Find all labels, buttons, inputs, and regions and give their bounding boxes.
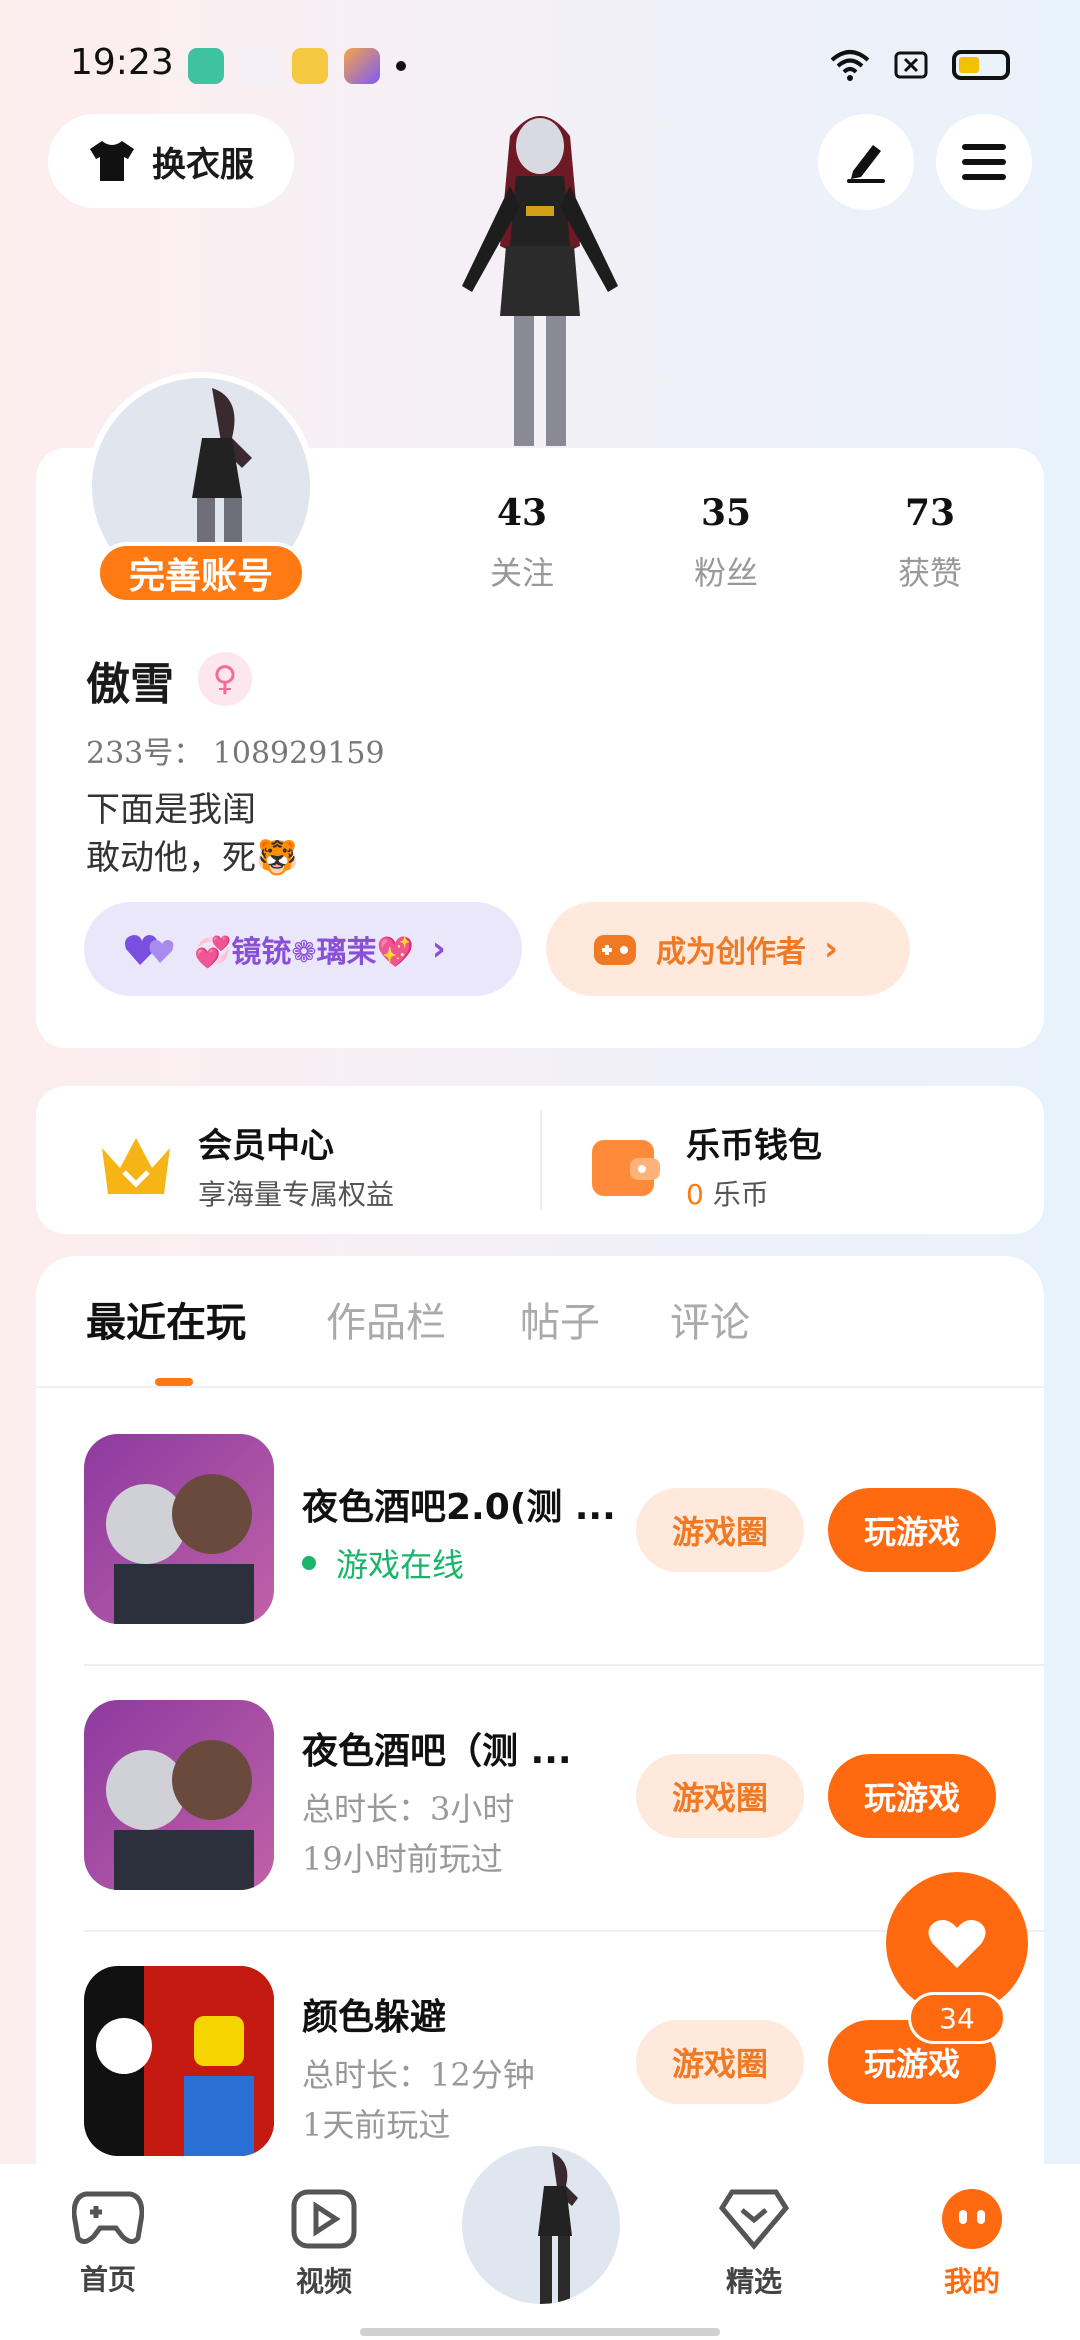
battery-icon xyxy=(952,50,1010,80)
game-info: 夜色酒吧2.0(测 ... 游戏在线 xyxy=(302,1478,622,1586)
complete-account-badge[interactable]: 完善账号 xyxy=(96,542,306,604)
menu-button[interactable] xyxy=(936,114,1032,210)
play-game-button[interactable]: 玩游戏 xyxy=(828,1754,996,1838)
double-heart-icon xyxy=(125,935,174,965)
member-center-title: 会员中心 xyxy=(198,1126,334,1166)
likes-stat[interactable]: 73 获赞 xyxy=(850,492,1010,594)
game-title: 夜色酒吧2.0(测 ... xyxy=(302,1487,616,1528)
wallet-unit: 乐币 xyxy=(712,1178,769,1211)
game-cover-art-icon xyxy=(96,1966,274,2156)
edit-profile-button[interactable] xyxy=(818,114,914,210)
likes-count: 73 xyxy=(904,492,956,534)
divider xyxy=(540,1110,542,1210)
game-thumbnail[interactable] xyxy=(84,1434,274,1624)
followers-label: 粉丝 xyxy=(693,554,758,592)
game-circle-button[interactable]: 游戏圈 xyxy=(636,1488,804,1572)
user-id: 233号： 108929159 xyxy=(86,736,385,771)
bio: 下面是我闺 敢动他，死🐯 xyxy=(86,786,298,882)
female-gender-icon: ♀ xyxy=(198,652,252,706)
game-info: 夜色酒吧（测 ... 总时长：3小时 19小时前玩过 xyxy=(302,1722,622,1880)
like-count-badge: 34 xyxy=(908,1992,1006,2044)
wallet-title: 乐币钱包 xyxy=(686,1126,822,1166)
status-right-icons xyxy=(830,48,1010,82)
gamepad-icon xyxy=(594,935,636,965)
crown-icon xyxy=(102,1137,170,1194)
game-circle-button[interactable]: 游戏圈 xyxy=(636,2020,804,2104)
nav-avatar-button[interactable] xyxy=(456,2140,626,2310)
bio-line-2: 敢动他，死🐯 xyxy=(86,838,299,878)
tab-divider xyxy=(36,1386,1044,1388)
tab-comments[interactable]: 评论 xyxy=(670,1290,750,1348)
following-count: 43 xyxy=(496,492,548,534)
chevron-right-icon: › xyxy=(824,929,839,969)
change-outfit-button[interactable]: 换衣服 xyxy=(48,114,294,208)
nav-item-home[interactable]: 首页 xyxy=(38,2188,178,2298)
nav-label-video: 视频 xyxy=(295,2265,352,2298)
game-online-status: 游戏在线 xyxy=(302,1540,622,1586)
no-sim-icon xyxy=(894,51,928,79)
relationship-badge-button[interactable]: 💞镜铳❁璃茉💖 › xyxy=(84,902,522,996)
wifi-icon xyxy=(830,50,870,81)
pencil-icon xyxy=(847,145,885,183)
chevron-right-icon: › xyxy=(431,929,446,969)
wallet-icon xyxy=(592,1139,660,1196)
more-notifications-icon xyxy=(396,61,406,71)
nav-label-home: 首页 xyxy=(79,2263,136,2296)
username: 傲雪 xyxy=(86,659,174,710)
hamburger-icon xyxy=(962,144,1006,180)
nav-label-me: 我的 xyxy=(943,2265,1000,2298)
play-video-icon xyxy=(291,2189,357,2249)
tab-posts[interactable]: 帖子 xyxy=(520,1290,600,1348)
game-circle-button[interactable]: 游戏圈 xyxy=(636,1754,804,1838)
play-game-button[interactable]: 玩游戏 xyxy=(828,1488,996,1572)
tab-active-indicator xyxy=(155,1378,193,1386)
following-stat[interactable]: 43 关注 xyxy=(442,492,602,594)
nav-item-me[interactable]: 我的 xyxy=(902,2188,1042,2300)
member-center-subtitle: 享海量专属权益 xyxy=(198,1178,395,1211)
featured-diamond-icon xyxy=(718,2189,790,2250)
heart-icon xyxy=(928,1920,986,1968)
member-center-item[interactable]: 会员中心 享海量专属权益 xyxy=(96,1118,394,1213)
become-creator-label: 成为创作者 xyxy=(656,935,806,970)
tab-recently-played[interactable]: 最近在玩 xyxy=(86,1290,246,1348)
status-app-icons xyxy=(188,48,406,84)
home-indicator[interactable] xyxy=(360,2328,720,2336)
followers-count: 35 xyxy=(700,492,752,534)
nav-label-featured: 精选 xyxy=(725,2265,782,2298)
bio-line-1: 下面是我闺 xyxy=(86,790,256,830)
game-duration: 总时长：12分钟 xyxy=(302,2056,535,2094)
note-notification-icon xyxy=(292,48,328,84)
game-info: 颜色躲避 总时长：12分钟 1天前玩过 xyxy=(302,1988,622,2146)
game-notification-icon xyxy=(240,48,276,84)
gamepad-nav-icon xyxy=(71,2191,145,2244)
relationship-badge-label: 💞镜铳❁璃茉💖 xyxy=(194,935,414,970)
game-last-played: 1天前玩过 xyxy=(302,2106,451,2144)
change-outfit-label: 换衣服 xyxy=(152,144,254,185)
become-creator-button[interactable]: 成为创作者 › xyxy=(546,902,910,996)
nav-item-video[interactable]: 视频 xyxy=(254,2188,394,2300)
followers-stat[interactable]: 35 粉丝 xyxy=(646,492,806,594)
game-title: 颜色躲避 xyxy=(302,1997,447,2038)
game-title: 夜色酒吧（测 ... xyxy=(302,1731,572,1772)
game-thumbnail[interactable] xyxy=(84,1966,274,2156)
profile-face-icon xyxy=(942,2189,1002,2249)
game-cover-art-icon xyxy=(106,1740,254,1890)
avatar-3d-figure[interactable] xyxy=(440,96,640,446)
status-time: 19:23 xyxy=(70,42,174,83)
wallet-amount: 0 xyxy=(686,1178,704,1211)
likes-label: 获赞 xyxy=(897,554,962,592)
game-thumbnail[interactable] xyxy=(84,1700,274,1890)
following-label: 关注 xyxy=(489,554,554,592)
wallet-balance: 0 乐币 xyxy=(686,1173,822,1213)
app-notification-icon xyxy=(188,48,224,84)
game-duration: 总时长：3小时 xyxy=(302,1790,515,1828)
tshirt-icon xyxy=(90,141,134,181)
gallery-notification-icon xyxy=(344,48,380,84)
nav-item-featured[interactable]: 精选 xyxy=(684,2188,824,2300)
wallet-item[interactable]: 乐币钱包 0 乐币 xyxy=(588,1118,822,1213)
game-last-played: 19小时前玩过 xyxy=(302,1840,503,1878)
tab-works[interactable]: 作品栏 xyxy=(326,1290,446,1348)
game-cover-art-icon xyxy=(106,1474,254,1624)
